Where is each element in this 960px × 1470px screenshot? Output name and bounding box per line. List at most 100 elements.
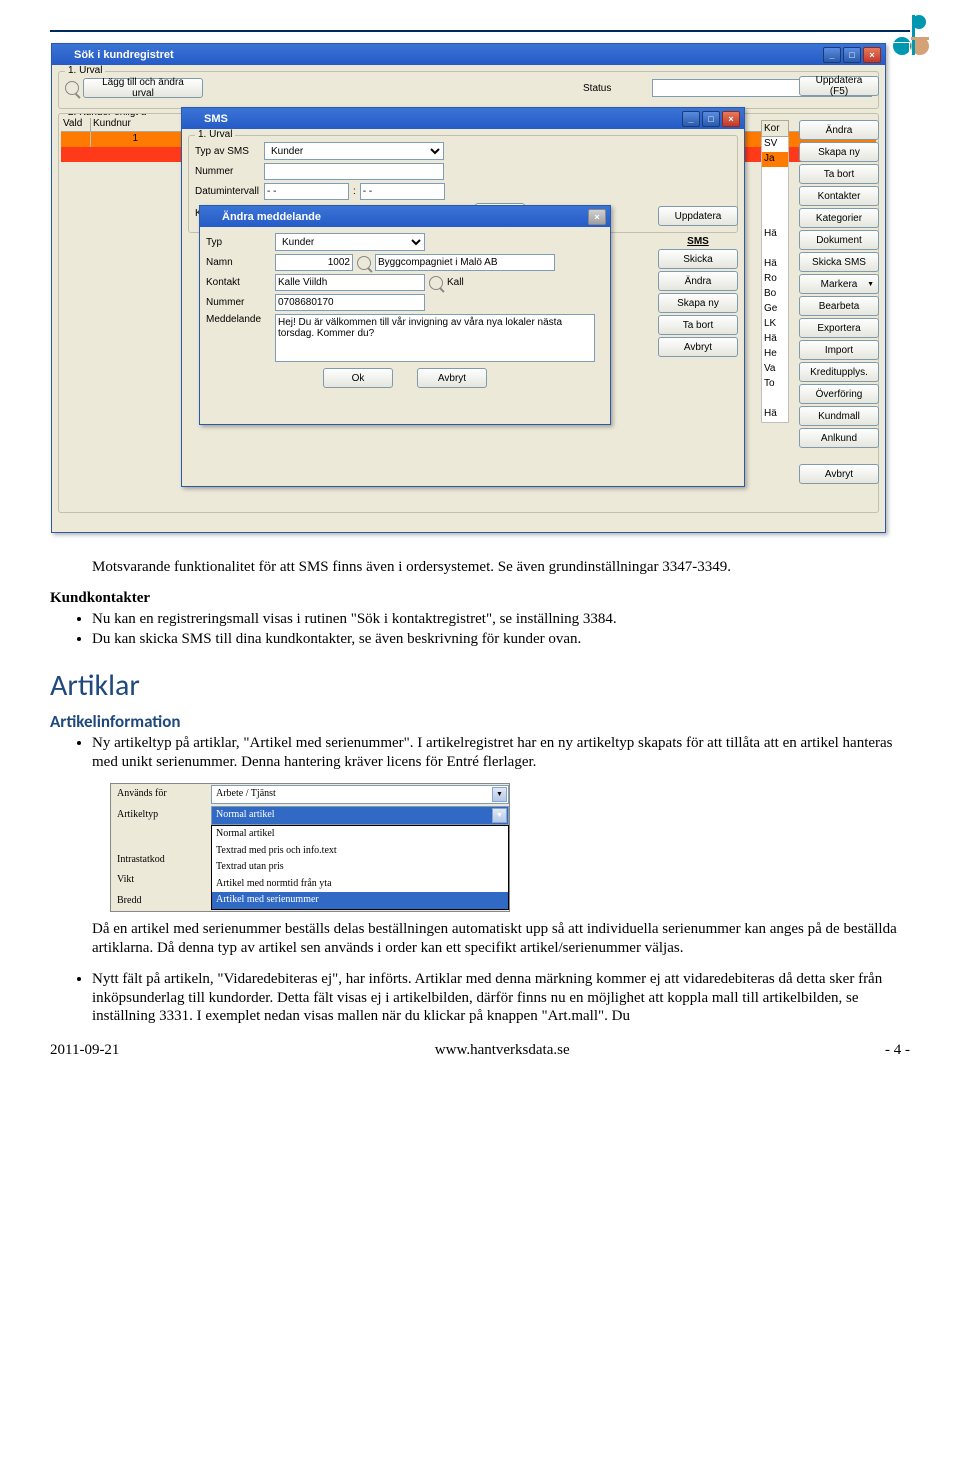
sms-btn-skapa-ny[interactable]: Skapa ny xyxy=(658,293,738,313)
lbl-bredd: Bredd xyxy=(111,891,211,912)
sms-window-icon xyxy=(186,112,200,126)
search-icon xyxy=(65,81,79,95)
opt-2[interactable]: Textrad utan pris xyxy=(212,859,508,876)
sms-btn-andra[interactable]: Ändra xyxy=(658,271,738,291)
btn-skapa-ny[interactable]: Skapa ny xyxy=(799,142,879,162)
sms-btn-avbryt[interactable]: Avbryt xyxy=(658,337,738,357)
btn-uppdatera-f5[interactable]: Uppdatera (F5) xyxy=(799,76,879,96)
inp-datum-2[interactable] xyxy=(360,183,445,200)
opt-0[interactable]: Normal artikel xyxy=(212,826,508,843)
bullet-a2: Nytt fält på artikeln, "Vidaredebiteras … xyxy=(92,970,910,1026)
datum-sep: : xyxy=(353,186,356,197)
lbl-artikeltyp: Artikeltyp xyxy=(111,805,211,826)
lbl-intrastat: Intrastatkod xyxy=(111,850,211,871)
titlebar-main: Sök i kundregistret _ □ × xyxy=(52,44,885,65)
heading-kundkontakter: Kundkontakter xyxy=(50,589,910,608)
btn-overforing[interactable]: Överföring xyxy=(799,384,879,404)
btn-ok[interactable]: Ok xyxy=(323,368,393,388)
inp-datum-1[interactable] xyxy=(264,183,349,200)
app-icon xyxy=(56,48,70,62)
bullet-a1: Ny artikeltyp på artiklar, "Artikel med … xyxy=(92,734,910,772)
title-msg: Ändra meddelande xyxy=(222,211,321,223)
lbl-typ: Typ xyxy=(206,237,271,248)
bullet-k1: Nu kan en registreringsmall visas i ruti… xyxy=(92,610,910,629)
btn-ta-bort[interactable]: Ta bort xyxy=(799,164,879,184)
maximize-btn[interactable]: □ xyxy=(843,47,861,63)
btn-skicka-sms[interactable]: Skicka SMS xyxy=(799,252,879,272)
sms-min-btn[interactable]: _ xyxy=(682,111,700,127)
btn-kundmall[interactable]: Kundmall xyxy=(799,406,879,426)
msg-window-icon xyxy=(204,210,218,224)
screenshot-stack: Sök i kundregistret _ □ × 1. Urval Lägg … xyxy=(50,42,910,542)
btn-dokument[interactable]: Dokument xyxy=(799,230,879,250)
btn-andra[interactable]: Ändra xyxy=(799,120,879,140)
opt-1[interactable]: Textrad med pris och info.text xyxy=(212,843,508,860)
sms-btn-uppdatera[interactable]: Uppdatera xyxy=(658,206,738,226)
lbl-anvands: Används för xyxy=(111,784,211,805)
sms-btn-skicka[interactable]: Skicka xyxy=(658,249,738,269)
dropdown-list[interactable]: Normal artikel Textrad med pris och info… xyxy=(211,825,509,910)
msg-close-btn[interactable]: × xyxy=(588,209,606,225)
bullet-k2: Du kan skicka SMS till dina kundkontakte… xyxy=(92,630,910,649)
lbl-kontakt: Kontakt xyxy=(206,277,271,288)
btn-kreditupplys[interactable]: Kreditupplys. xyxy=(799,362,879,382)
val-artikeltyp[interactable]: Normal artikel▼ xyxy=(211,806,509,825)
btn-kategorier[interactable]: Kategorier xyxy=(799,208,879,228)
search-icon-namn[interactable] xyxy=(357,256,371,270)
title-text: Sök i kundregistret xyxy=(74,49,174,61)
btn-bearbeta[interactable]: Bearbeta xyxy=(799,296,879,316)
lbl-nummer-msg: Nummer xyxy=(206,297,271,308)
lbl-vikt: Vikt xyxy=(111,870,211,891)
inp-nummer-msg[interactable] xyxy=(275,294,425,311)
lbl-datum: Datumintervall xyxy=(195,186,260,197)
lbl-namn: Namn xyxy=(206,257,271,268)
sel-typ-sms[interactable]: Kunder xyxy=(264,142,444,160)
lbl-typ-sms: Typ av SMS xyxy=(195,146,260,157)
close-btn[interactable]: × xyxy=(863,47,881,63)
para-2: Då en artikel med serienummer beställs d… xyxy=(92,920,910,958)
add-edit-selection-btn[interactable]: Lägg till och ändra urval xyxy=(83,78,203,98)
lbl-nummer: Nummer xyxy=(195,166,260,177)
col-vald[interactable]: Vald xyxy=(61,116,91,131)
btn-anlkund[interactable]: Anlkund xyxy=(799,428,879,448)
footer-url: www.hantverksdata.se xyxy=(435,1042,570,1059)
page-footer: 2011-09-21 www.hantverksdata.se - 4 - xyxy=(50,1038,910,1063)
inp-namn-nr[interactable] xyxy=(275,254,353,271)
opt-3[interactable]: Artikel med normtid från yta xyxy=(212,876,508,893)
inp-kontakt[interactable] xyxy=(275,274,425,291)
btn-avbryt-msg[interactable]: Avbryt xyxy=(417,368,487,388)
heading-artikelinformation: Artikelinformation xyxy=(50,711,910,732)
dropdown-icon[interactable]: ▼ xyxy=(492,808,507,823)
inp-namn-name[interactable] xyxy=(375,254,555,271)
minimize-btn[interactable]: _ xyxy=(823,47,841,63)
footer-date: 2011-09-21 xyxy=(50,1042,119,1059)
btn-avbryt-main[interactable]: Avbryt xyxy=(799,464,879,484)
sms-max-btn[interactable]: □ xyxy=(702,111,720,127)
row-ja: Ja xyxy=(762,152,788,167)
search-icon-kontakt[interactable] xyxy=(429,276,443,290)
row-1[interactable]: 1 xyxy=(91,132,141,147)
titlebar-sms: SMS _ □ × xyxy=(182,108,744,129)
window-andra-meddelande: Ändra meddelande × Typ Kunder Namn Konta… xyxy=(199,205,611,425)
dropdown-icon[interactable]: ▼ xyxy=(492,787,507,802)
para-1: Motsvarande funktionalitet för att SMS f… xyxy=(92,558,910,577)
btn-import[interactable]: Import xyxy=(799,340,879,360)
titlebar-msg: Ändra meddelande × xyxy=(200,206,610,227)
btn-markera[interactable]: Markera▼ xyxy=(799,274,879,294)
group-legend-2: 2. Kunder enligt u xyxy=(65,113,149,118)
sms-close-btn[interactable]: × xyxy=(722,111,740,127)
sms-section-header: SMS xyxy=(658,236,738,247)
btn-kontakter[interactable]: Kontakter xyxy=(799,186,879,206)
sel-typ[interactable]: Kunder xyxy=(275,233,425,251)
txt-meddelande[interactable] xyxy=(275,314,595,362)
footer-page: - 4 - xyxy=(885,1042,910,1059)
lbl-kall: Kall xyxy=(447,277,464,288)
col-kundnr[interactable]: Kundnur xyxy=(91,116,141,131)
btn-exportera[interactable]: Exportera xyxy=(799,318,879,338)
opt-4[interactable]: Artikel med serienummer xyxy=(212,892,508,909)
val-anvands[interactable]: Arbete / Tjänst▼ xyxy=(211,785,509,804)
sms-btn-ta-bort[interactable]: Ta bort xyxy=(658,315,738,335)
inp-nummer[interactable] xyxy=(264,163,444,180)
col-kor: Kor xyxy=(761,120,789,137)
sms-group-legend: 1. Urval xyxy=(195,129,235,140)
